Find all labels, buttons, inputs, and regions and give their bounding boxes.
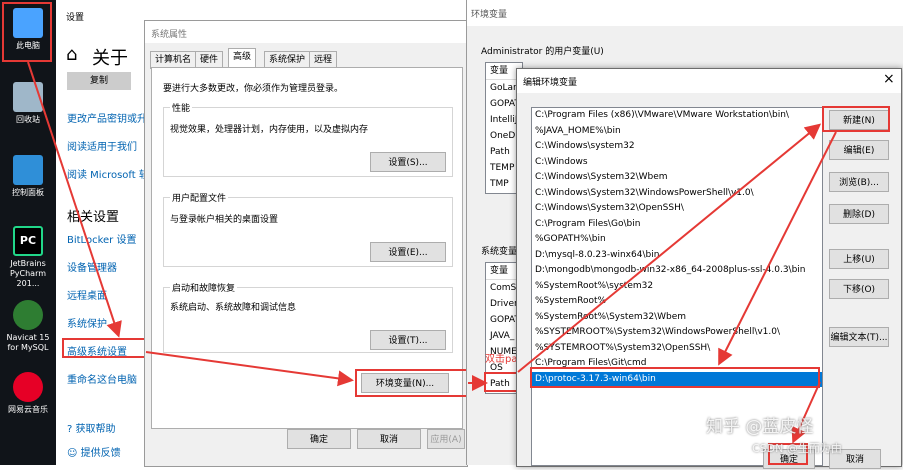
zhihu-watermark: 知乎 @蓝皮怪 <box>706 417 814 437</box>
arrow-to-new-path <box>718 131 837 366</box>
arrow-to-env-button <box>145 351 354 387</box>
arrow-to-advanced <box>27 61 122 338</box>
csdn-watermark: CSDN @生而为由 <box>752 442 842 455</box>
arrow-to-new <box>517 123 822 373</box>
annotation-arrows <box>27 61 837 444</box>
